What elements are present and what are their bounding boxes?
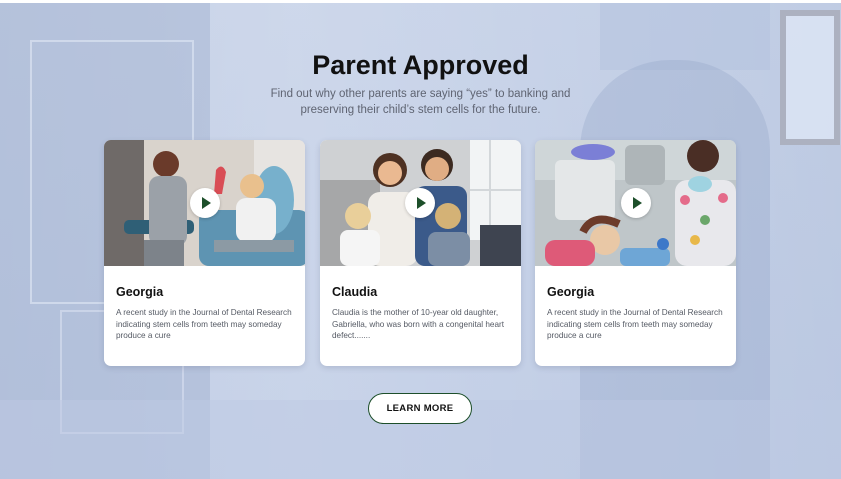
testimonial-card[interactable]: Georgia A recent study in the Journal of… (535, 140, 736, 366)
card-name: Georgia (116, 285, 164, 299)
card-description: Claudia is the mother of 10-year old dau… (332, 308, 505, 340)
testimonial-card[interactable]: Claudia Claudia is the mother of 10-year… (320, 140, 521, 366)
play-icon (633, 197, 642, 209)
card-photo[interactable] (535, 140, 736, 266)
learn-more-button[interactable]: LEARN MORE (368, 393, 472, 424)
top-border (0, 0, 841, 3)
play-icon (202, 197, 211, 209)
card-description: A recent study in the Journal of Dental … (116, 308, 292, 340)
card-description: A recent study in the Journal of Dental … (547, 308, 723, 340)
play-button[interactable] (190, 188, 220, 218)
card-photo[interactable] (104, 140, 305, 266)
card-name: Claudia (332, 285, 378, 299)
section-subtitle: Find out why other parents are saying “y… (270, 88, 571, 116)
card-photo[interactable] (320, 140, 521, 266)
card-name: Georgia (547, 285, 595, 299)
play-icon (417, 197, 426, 209)
play-button[interactable] (405, 188, 435, 218)
testimonial-card[interactable]: Georgia A recent study in the Journal of… (104, 140, 305, 366)
play-button[interactable] (621, 188, 651, 218)
section-title: Parent Approved (312, 50, 529, 80)
